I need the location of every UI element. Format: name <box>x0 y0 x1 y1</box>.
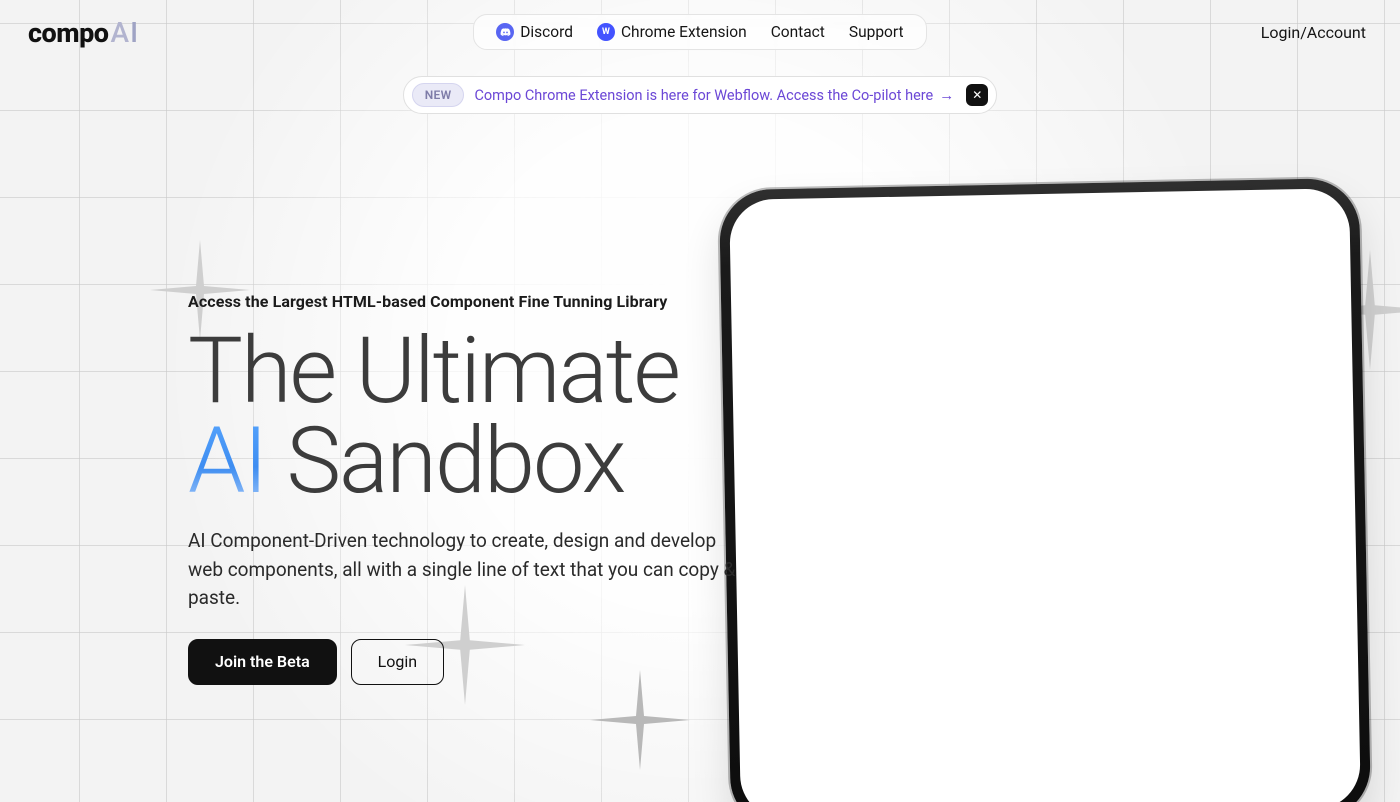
hero: Access the Largest HTML-based Component … <box>0 114 760 685</box>
arrow-right-icon: → <box>939 86 954 104</box>
announcement-banner: NEW Compo Chrome Extension is here for W… <box>403 76 998 114</box>
login-button[interactable]: Login <box>351 639 444 685</box>
announcement-link[interactable]: Compo Chrome Extension is here for Webfl… <box>474 87 933 104</box>
hero-title: The Ultimate AI Sandbox <box>188 327 760 507</box>
logo-suffix: AI <box>111 16 140 49</box>
new-badge: NEW <box>412 83 465 107</box>
device-mockup <box>719 178 1371 802</box>
main-nav: Discord W Chrome Extension Contact Suppo… <box>473 14 926 50</box>
close-banner-button[interactable]: ✕ <box>966 84 988 106</box>
login-account-link[interactable]: Login/Account <box>1261 23 1366 42</box>
logo-wordmark: compo <box>28 17 109 49</box>
hero-title-rest: Sandbox <box>266 408 624 515</box>
hero-eyebrow: Access the Largest HTML-based Component … <box>188 292 760 311</box>
webflow-icon: W <box>597 23 615 41</box>
announcement-banner-wrap: NEW Compo Chrome Extension is here for W… <box>0 76 1400 114</box>
discord-icon <box>496 23 514 41</box>
cta-row: Join the Beta Login <box>188 639 760 685</box>
nav-label: Contact <box>771 23 825 41</box>
logo[interactable]: compo AI <box>28 16 139 49</box>
nav-link-support[interactable]: Support <box>849 23 904 41</box>
header: compo AI Discord W Chrome Extension Cont… <box>0 0 1400 50</box>
join-beta-button[interactable]: Join the Beta <box>188 639 337 685</box>
nav-label: Support <box>849 23 904 41</box>
nav-link-discord[interactable]: Discord <box>496 23 573 41</box>
nav-label: Chrome Extension <box>621 23 747 41</box>
nav-link-chrome-extension[interactable]: W Chrome Extension <box>597 23 747 41</box>
hero-subtitle: AI Component-Driven technology to create… <box>188 527 748 613</box>
nav-label: Discord <box>520 23 573 41</box>
hero-title-ai: AI <box>188 408 266 515</box>
nav-link-contact[interactable]: Contact <box>771 23 825 41</box>
